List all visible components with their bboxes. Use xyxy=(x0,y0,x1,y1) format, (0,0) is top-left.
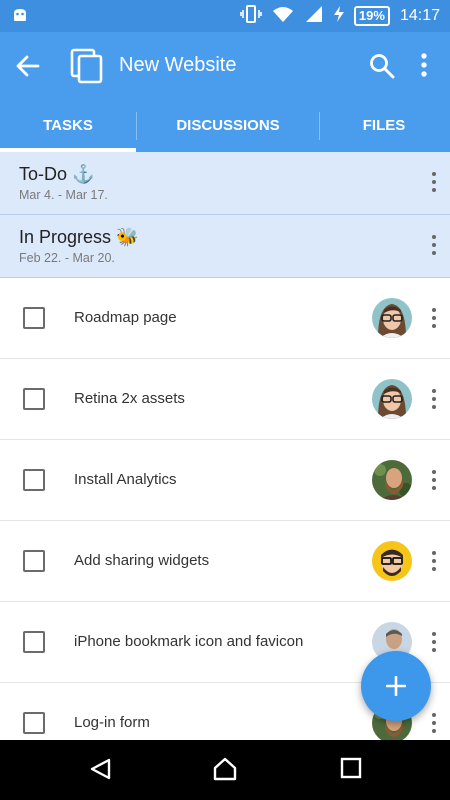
tab-files[interactable]: FILES xyxy=(320,100,448,152)
avatar xyxy=(372,541,412,581)
signal-icon xyxy=(304,5,324,28)
tab-discussions[interactable]: DISCUSSIONS xyxy=(137,100,319,152)
task-checkbox[interactable] xyxy=(23,388,45,410)
task-label: Log-in form xyxy=(74,714,150,731)
vibrate-icon xyxy=(240,4,262,28)
task-list-todo[interactable]: To-Do ⚓ Mar 4. - Mar 17. xyxy=(0,152,450,215)
clock: 14:17 xyxy=(399,7,440,24)
battery-level: 19% xyxy=(353,6,390,26)
add-task-button[interactable] xyxy=(361,651,431,721)
system-nav-bar xyxy=(0,740,450,800)
nav-recents-icon[interactable] xyxy=(340,757,362,784)
android-icon xyxy=(12,7,28,28)
more-options-icon[interactable] xyxy=(430,551,438,573)
task-checkbox[interactable] xyxy=(23,631,45,653)
task-label: Install Analytics xyxy=(74,471,177,488)
status-bar: 19% 14:17 xyxy=(0,0,450,32)
search-icon[interactable] xyxy=(368,52,396,85)
task-label: Add sharing widgets xyxy=(74,552,210,569)
more-options-icon[interactable] xyxy=(430,235,438,257)
task-checkbox[interactable] xyxy=(23,550,45,572)
more-options-icon[interactable] xyxy=(430,172,438,194)
task-list-title: To-Do ⚓ xyxy=(19,164,95,184)
avatar xyxy=(372,298,412,338)
task-list-dates: Feb 22. - Mar 20. xyxy=(19,251,115,265)
page-title: New Website xyxy=(119,54,237,76)
avatar xyxy=(372,379,412,419)
nav-home-icon[interactable] xyxy=(212,757,238,786)
more-options-icon[interactable] xyxy=(430,389,438,411)
task-list-dates: Mar 4. - Mar 17. xyxy=(19,188,108,202)
tab-bar: TASKS DISCUSSIONS FILES xyxy=(0,100,450,152)
more-options-icon[interactable] xyxy=(420,52,428,83)
plus-icon xyxy=(386,676,406,696)
task-label: Roadmap page xyxy=(74,309,177,326)
back-arrow-icon[interactable] xyxy=(14,52,42,85)
nav-back-icon[interactable] xyxy=(89,757,113,786)
task-label: iPhone bookmark icon and favicon xyxy=(74,633,304,650)
task-checkbox[interactable] xyxy=(23,307,45,329)
task-list-in-progress[interactable]: In Progress 🐝 Feb 22. - Mar 20. xyxy=(0,215,450,278)
more-options-icon[interactable] xyxy=(430,713,438,735)
charging-icon xyxy=(333,5,344,27)
task-checkbox[interactable] xyxy=(23,469,45,491)
app-bar: New Website xyxy=(0,32,450,100)
avatar xyxy=(372,460,412,500)
task-row[interactable]: Add sharing widgets xyxy=(0,521,450,602)
more-options-icon[interactable] xyxy=(430,308,438,330)
wifi-icon xyxy=(272,5,294,28)
more-options-icon[interactable] xyxy=(430,470,438,492)
task-checkbox[interactable] xyxy=(23,712,45,734)
task-row[interactable]: Retina 2x assets xyxy=(0,359,450,440)
task-row[interactable]: Roadmap page xyxy=(0,278,450,359)
task-list-title: In Progress 🐝 xyxy=(19,227,139,247)
task-row[interactable]: Install Analytics xyxy=(0,440,450,521)
project-copy-icon xyxy=(70,48,104,89)
tab-tasks[interactable]: TASKS xyxy=(0,100,136,152)
more-options-icon[interactable] xyxy=(430,632,438,654)
task-label: Retina 2x assets xyxy=(74,390,185,407)
